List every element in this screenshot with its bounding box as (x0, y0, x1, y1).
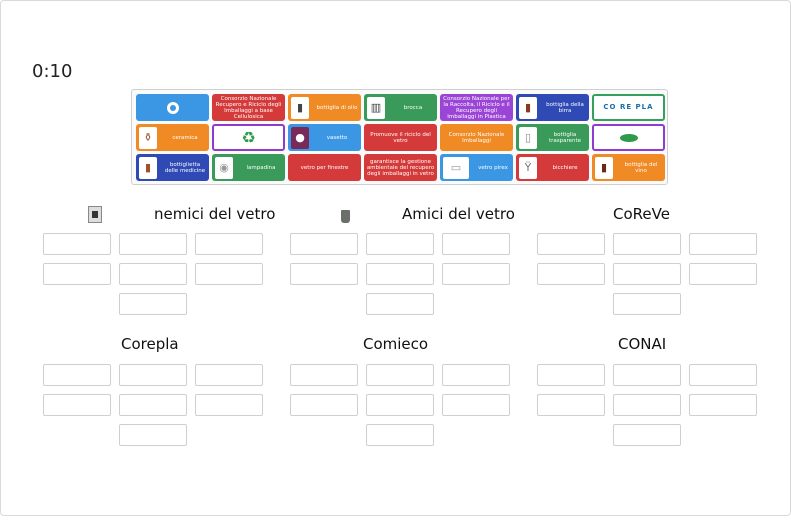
drop-slot[interactable] (119, 364, 187, 386)
drop-slot[interactable] (290, 394, 358, 416)
tile-vetro-finestre[interactable]: vetro per finestre (288, 154, 361, 181)
drop-slot[interactable] (366, 424, 434, 446)
jug-icon: ▥ (367, 96, 385, 119)
drop-slot[interactable] (442, 233, 510, 255)
drop-slot[interactable] (195, 394, 263, 416)
ceramic-icon: ⚱ (139, 126, 157, 149)
drop-slot[interactable] (613, 394, 681, 416)
tile-recycle[interactable]: ♻ (212, 124, 285, 151)
comieco-logo-icon (619, 133, 638, 142)
group-title-amici: Amici del vetro (402, 205, 515, 223)
drop-slot[interactable] (537, 233, 605, 255)
tile-ceramica[interactable]: ⚱ ceramica (136, 124, 209, 151)
pyrex-icon: ▭ (443, 156, 469, 179)
tile-promuove-riciclo[interactable]: Promuove il riciclo del vetro (364, 124, 437, 151)
clear-bottle-icon: ▯ (519, 126, 537, 149)
drop-slot[interactable] (290, 263, 358, 285)
drop-slot[interactable] (366, 263, 434, 285)
tile-consorzio-plastica[interactable]: Consorzio Nazionale per la Raccolta, il … (440, 94, 513, 121)
group-title-corepla: Corepla (121, 335, 179, 353)
tile-bicchiere[interactable]: Ÿ bicchiere (516, 154, 589, 181)
drop-slot[interactable] (119, 424, 187, 446)
drop-slot[interactable] (290, 233, 358, 255)
tile-brocca[interactable]: ▥ brocca (364, 94, 437, 121)
drop-slot[interactable] (366, 233, 434, 255)
drop-slot[interactable] (442, 263, 510, 285)
drop-slot[interactable] (537, 263, 605, 285)
tile-tray: Consorzio Nazionale Recupero e Riciclo d… (131, 89, 668, 185)
bulb-icon: ◉ (215, 156, 233, 179)
drop-slot[interactable] (43, 364, 111, 386)
tile-garantisce-gestione[interactable]: garantisce la gestione ambientale del re… (364, 154, 437, 181)
tile-vasetto[interactable]: ● vasetto (288, 124, 361, 151)
drop-slot[interactable] (119, 394, 187, 416)
tile-bottiglia-birra[interactable]: ▮ bottiglia della birra (516, 94, 589, 121)
drop-slot[interactable] (119, 293, 187, 315)
drop-slot[interactable] (119, 263, 187, 285)
tile-logo-blue[interactable] (136, 94, 209, 121)
drop-slot[interactable] (689, 364, 757, 386)
group-title-coreve: CoReVe (613, 205, 670, 223)
tile-bottiglia-olio[interactable]: ▮ bottiglia di olio (288, 94, 361, 121)
drop-slot[interactable] (537, 364, 605, 386)
drop-slot[interactable] (689, 263, 757, 285)
drop-slot[interactable] (366, 364, 434, 386)
tile-bottiglia-trasparente[interactable]: ▯ bottiglia trasparente (516, 124, 589, 151)
drop-slot[interactable] (442, 364, 510, 386)
drop-slot[interactable] (290, 364, 358, 386)
bin-icon (337, 207, 353, 225)
recycle-icon: ♻ (241, 127, 256, 147)
tile-comieco-logo[interactable] (592, 124, 665, 151)
drop-slot[interactable] (366, 293, 434, 315)
drop-slot[interactable] (613, 233, 681, 255)
drop-slot[interactable] (43, 394, 111, 416)
wine-bottle-icon: ▮ (595, 156, 613, 179)
beer-bottle-icon: ▮ (519, 96, 537, 119)
timer: 0:10 (32, 61, 73, 82)
drop-slot[interactable] (613, 263, 681, 285)
group-title-nemici: nemici del vetro (154, 205, 276, 223)
tile-bottiglietta-medicine[interactable]: ▮ bottiglietta delle medicine (136, 154, 209, 181)
drop-slot[interactable] (366, 394, 434, 416)
drop-slot[interactable] (43, 233, 111, 255)
tile-lampadina[interactable]: ◉ lampadina (212, 154, 285, 181)
corepla-logo-icon: CO RE PLA (603, 103, 654, 111)
tile-bottiglia-vino[interactable]: ▮ bottiglia del vino (592, 154, 665, 181)
group-title-conai: CONAI (618, 335, 667, 353)
drop-slot[interactable] (195, 364, 263, 386)
drop-slot[interactable] (537, 394, 605, 416)
jar-icon: ● (291, 126, 309, 149)
group-title-comieco: Comieco (363, 335, 429, 353)
drop-slot[interactable] (195, 263, 263, 285)
drop-slot[interactable] (442, 394, 510, 416)
tile-corepla-logo[interactable]: CO RE PLA (592, 94, 665, 121)
drop-slot[interactable] (195, 233, 263, 255)
drop-slot[interactable] (613, 424, 681, 446)
drop-slot[interactable] (689, 233, 757, 255)
tile-consorzio-cellulosica[interactable]: Consorzio Nazionale Recupero e Riciclo d… (212, 94, 285, 121)
drop-slot[interactable] (119, 233, 187, 255)
logo-icon (166, 101, 179, 114)
tile-consorzio-imballaggi[interactable]: Consorzio Nazionale Imballaggi (440, 124, 513, 151)
bin-icon (87, 205, 103, 223)
activity-frame: 0:10 Consorzio Nazionale Recupero e Rici… (0, 0, 791, 516)
drop-slot[interactable] (43, 263, 111, 285)
oil-bottle-icon: ▮ (291, 96, 309, 119)
drop-slot[interactable] (613, 293, 681, 315)
drop-slot[interactable] (689, 394, 757, 416)
drop-slot[interactable] (613, 364, 681, 386)
medicine-bottle-icon: ▮ (139, 156, 157, 179)
tile-vetro-pirex[interactable]: ▭ vetro pirex (440, 154, 513, 181)
glass-icon: Ÿ (519, 156, 537, 179)
